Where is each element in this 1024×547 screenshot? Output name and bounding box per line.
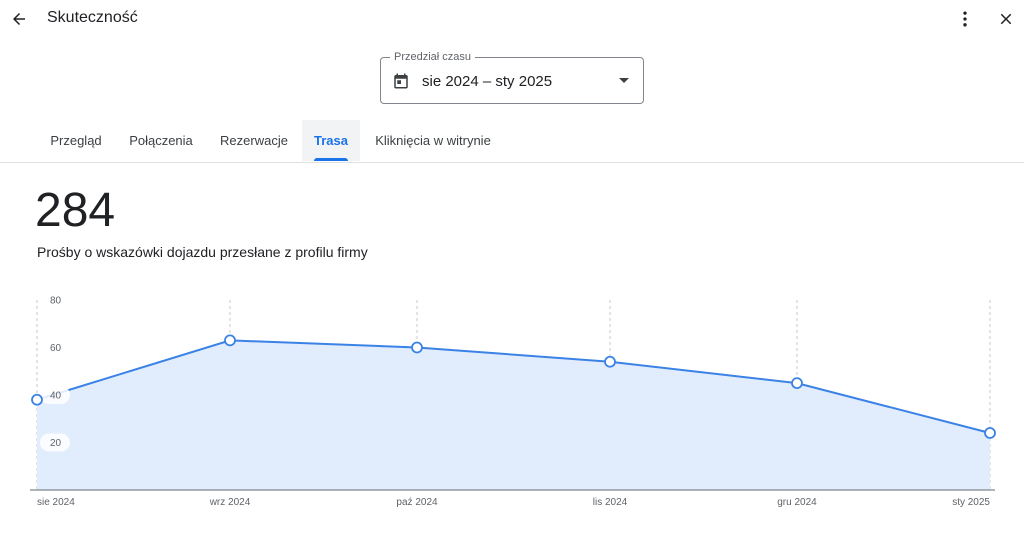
more-options-button[interactable]: [953, 6, 977, 32]
close-icon: [1000, 13, 1012, 25]
chart-area: [37, 340, 990, 490]
tab-polaczenia[interactable]: Połączenia: [119, 120, 203, 161]
tab-rezerwacje[interactable]: Rezerwacje: [208, 120, 300, 161]
back-button[interactable]: [6, 6, 32, 32]
data-point[interactable]: [604, 355, 616, 368]
directions-chart: 80 60 40 20 sie 2024 wrz 2024 paź 2024 lis 2024…: [30, 291, 996, 508]
date-range-label: Przedział czasu: [390, 50, 476, 64]
y-tick-label: 80: [50, 296, 62, 307]
data-point[interactable]: [791, 377, 803, 390]
y-tick-label: 40: [50, 391, 62, 402]
date-range-value: sie 2024 – sty 2025: [422, 73, 553, 90]
metric-value: 284: [35, 184, 116, 237]
y-tick-label: 20: [50, 438, 62, 449]
x-tick-label: lis 2024: [593, 497, 628, 508]
top-bar: Skuteczność: [0, 0, 1024, 40]
data-point[interactable]: [224, 334, 236, 347]
y-tick-label: 60: [50, 343, 62, 354]
arrow-back-icon: [13, 13, 25, 25]
tab-trasa[interactable]: Trasa: [302, 120, 360, 161]
data-point[interactable]: [31, 393, 43, 406]
tab-bar: Przegląd Połączenia Rezerwacje Trasa Kli…: [0, 120, 1024, 163]
x-tick-label: gru 2024: [777, 497, 817, 508]
x-tick-label: sie 2024: [37, 497, 75, 508]
x-tick-label: wrz 2024: [209, 497, 251, 508]
x-tick-label: sty 2025: [952, 497, 990, 508]
date-range-select[interactable]: Przedział czasu sie 2024 – sty 2025: [380, 50, 644, 104]
close-button[interactable]: [994, 6, 1018, 32]
page-title: Skuteczność: [47, 9, 138, 26]
x-tick-label: paź 2024: [396, 497, 438, 508]
tab-przeglad[interactable]: Przegląd: [37, 120, 115, 161]
data-point[interactable]: [984, 427, 996, 439]
calendar-icon: [394, 73, 408, 89]
data-point[interactable]: [411, 341, 423, 354]
dropdown-caret-icon: [619, 78, 629, 83]
tab-klikniecia-w-witrynie[interactable]: Kliknięcia w witrynie: [362, 120, 504, 161]
more-vert-icon: [963, 11, 967, 27]
metric-description: Prośby o wskazówki dojazdu przesłane z p…: [37, 244, 368, 260]
